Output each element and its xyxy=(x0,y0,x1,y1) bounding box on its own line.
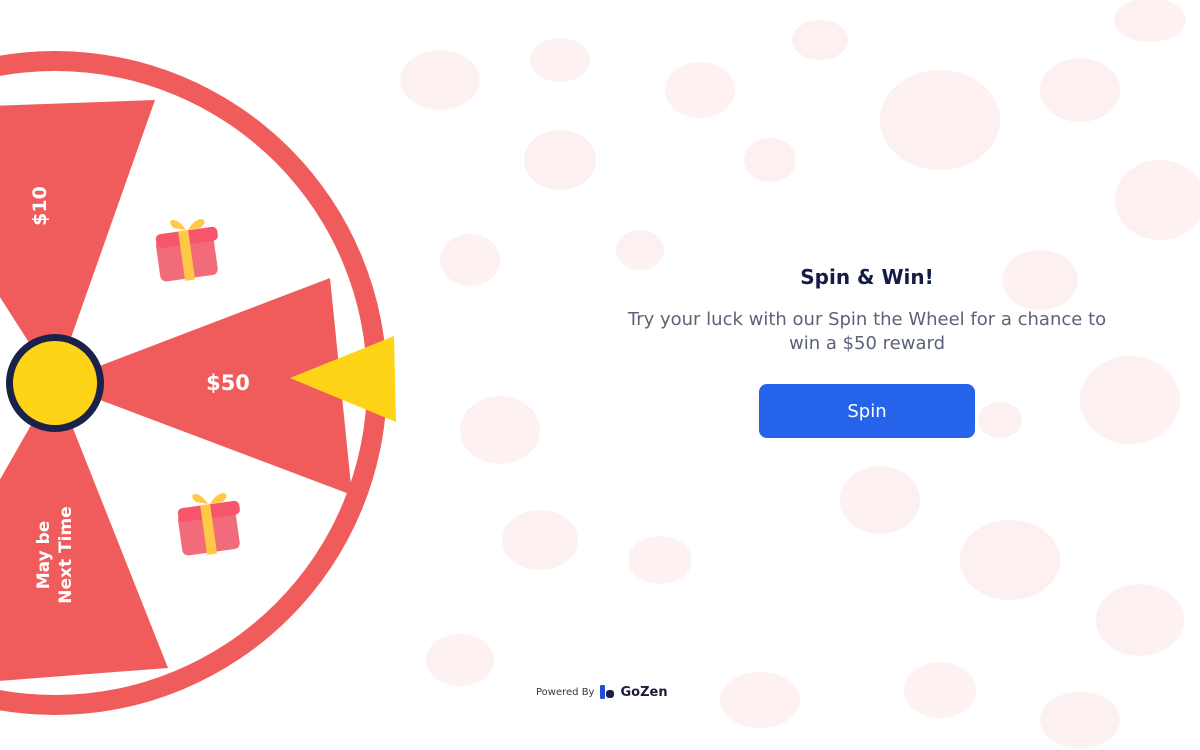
powered-by-label: Powered By xyxy=(536,686,595,698)
promo-title: Spin & Win! xyxy=(800,265,934,289)
gozen-logo-icon xyxy=(600,685,615,699)
promo-panel: Spin & Win! Try your luck with our Spin … xyxy=(600,262,1134,438)
pointer-icon xyxy=(290,336,396,422)
spin-button[interactable]: Spin xyxy=(759,384,975,438)
spin-wheel: $10 $50 May be Next Time xyxy=(0,0,420,750)
gift-icon xyxy=(155,219,218,282)
segment-label-10: $10 xyxy=(29,186,51,226)
promo-description: Try your luck with our Spin the Wheel fo… xyxy=(627,309,1107,354)
segment-label-maybe: May be Next Time xyxy=(34,506,76,604)
segment-label-50: $50 xyxy=(206,371,250,395)
powered-by-footer[interactable]: Powered By GoZen xyxy=(536,682,668,702)
wheel-center-icon xyxy=(13,341,97,425)
gift-icon xyxy=(177,493,240,556)
brand-name: GoZen xyxy=(620,684,668,700)
